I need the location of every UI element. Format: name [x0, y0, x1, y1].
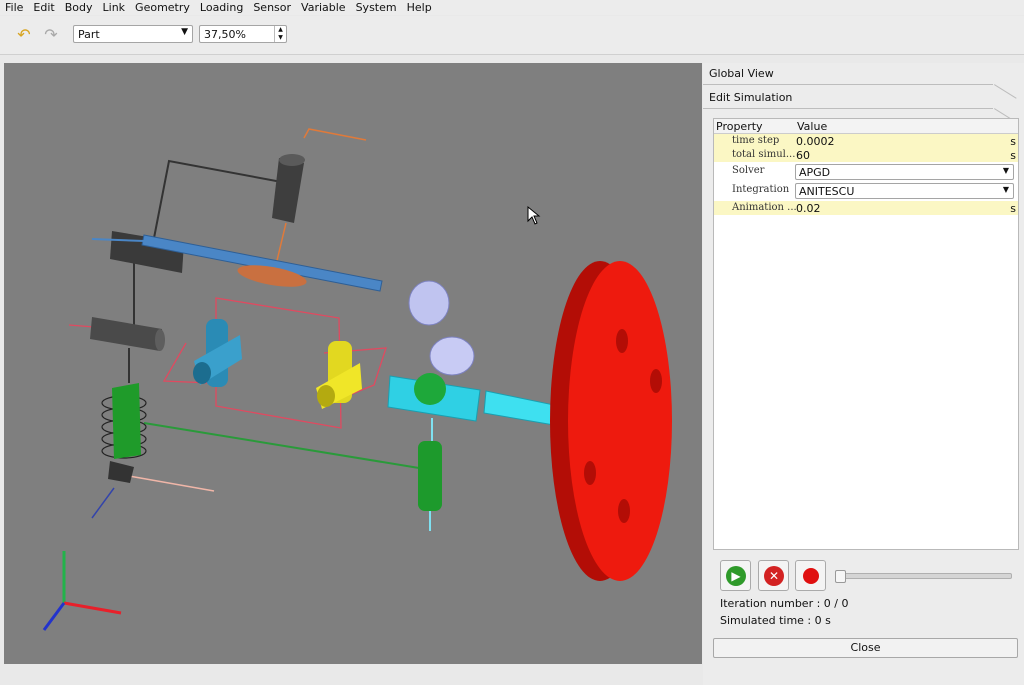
- redo-arrow-icon[interactable]: ↷: [41, 25, 61, 45]
- menu-link[interactable]: Link: [98, 0, 131, 15]
- gray-cylinder-left: [90, 317, 165, 351]
- timeline-slider[interactable]: [835, 570, 1012, 583]
- link-salmon: [128, 475, 215, 492]
- simulated-time-label: Simulated time : 0 s: [720, 614, 831, 627]
- slider-handle[interactable]: [835, 570, 846, 583]
- menu-file[interactable]: File: [0, 0, 28, 15]
- menu-body[interactable]: Body: [60, 0, 98, 15]
- tab-global-view[interactable]: Global View: [703, 63, 1024, 99]
- property-name: time step: [732, 135, 780, 146]
- lavender-sphere-lower: [429, 336, 475, 376]
- iteration-label: Iteration number : 0 / 0: [720, 597, 849, 610]
- property-unit: s: [1010, 202, 1016, 215]
- property-value[interactable]: 60: [796, 149, 810, 162]
- menu-help[interactable]: Help: [402, 0, 437, 15]
- col-property: Property: [716, 120, 763, 133]
- spin-arrows-icon[interactable]: ▲ ▼: [274, 26, 286, 42]
- menu-loading[interactable]: Loading: [195, 0, 248, 15]
- record-button[interactable]: [795, 560, 826, 591]
- green-cylinder: [418, 441, 442, 511]
- stop-x-icon: ✕: [764, 566, 784, 586]
- property-unit: s: [1010, 135, 1016, 148]
- menu-sensor[interactable]: Sensor: [248, 0, 296, 15]
- green-sphere: [414, 373, 446, 405]
- property-name: Solver: [732, 165, 765, 176]
- property-value[interactable]: 0.0002: [796, 135, 835, 148]
- mode-select[interactable]: Part ▼: [73, 25, 193, 43]
- integration-value: ANITESCU: [799, 185, 855, 198]
- 3d-viewport[interactable]: [4, 63, 702, 664]
- mouse-cursor-icon: [527, 205, 541, 225]
- red-disc: [550, 261, 672, 581]
- yellow-joint: [316, 341, 362, 409]
- mode-select-value: Part: [78, 28, 100, 41]
- stop-button[interactable]: ✕: [758, 560, 789, 591]
- table-row[interactable]: time step 0.0002 s: [714, 134, 1018, 148]
- menu-bar: File Edit Body Link Geometry Loading Sen…: [0, 0, 1024, 15]
- red-link-left: [68, 324, 95, 328]
- table-header: Property Value: [714, 119, 1018, 134]
- teal-joint: [193, 319, 242, 387]
- property-value[interactable]: 0.02: [796, 202, 821, 215]
- table-row[interactable]: total simul... 60 s: [714, 148, 1018, 162]
- axes-gizmo-icon: [42, 551, 122, 631]
- tab-edit-simulation[interactable]: Edit Simulation: [703, 87, 1024, 123]
- chevron-down-icon: ▼: [1002, 185, 1009, 194]
- play-icon: ▶: [726, 566, 746, 586]
- solver-select[interactable]: APGD ▼: [795, 164, 1014, 180]
- zoom-spinbox[interactable]: 37,50% ▲ ▼: [199, 25, 287, 43]
- property-table: Property Value time step 0.0002 s total …: [713, 118, 1019, 550]
- link-blue-small: [91, 487, 115, 519]
- menu-variable[interactable]: Variable: [296, 0, 351, 15]
- tab-edit-simulation-label: Edit Simulation: [709, 91, 793, 104]
- zoom-value: 37,50%: [204, 28, 246, 41]
- link-green: [143, 422, 420, 469]
- gray-cylinder-top: [272, 154, 305, 223]
- lavender-sphere-upper: [408, 280, 450, 326]
- record-icon: [803, 568, 819, 584]
- link-orange-top: [303, 128, 367, 141]
- close-button[interactable]: Close: [713, 638, 1018, 658]
- side-panel: Global View Edit Simulation Property Val…: [703, 63, 1024, 685]
- tab-global-view-label: Global View: [709, 67, 774, 80]
- table-row[interactable]: Animation ... 0.02 s: [714, 201, 1018, 215]
- property-name: Animation ...: [732, 202, 797, 213]
- menu-geometry[interactable]: Geometry: [130, 0, 195, 15]
- property-unit: s: [1010, 149, 1016, 162]
- table-row[interactable]: Solver APGD ▼: [714, 164, 1018, 180]
- chevron-down-icon: ▼: [181, 27, 188, 37]
- col-value: Value: [797, 120, 828, 133]
- link-wire-top: [153, 159, 288, 239]
- play-button[interactable]: ▶: [720, 560, 751, 591]
- dark-block-bottom: [108, 461, 134, 483]
- property-name: total simul...: [732, 149, 796, 160]
- integration-select[interactable]: ANITESCU ▼: [795, 183, 1014, 199]
- solver-value: APGD: [799, 166, 831, 179]
- green-block: [112, 383, 141, 459]
- table-row[interactable]: Integration ANITESCU ▼: [714, 183, 1018, 199]
- menu-system[interactable]: System: [351, 0, 402, 15]
- property-name: Integration: [732, 184, 790, 195]
- scene-drawing: [42, 128, 672, 631]
- undo-arrow-icon[interactable]: ↶: [14, 25, 34, 45]
- menu-edit[interactable]: Edit: [28, 0, 59, 15]
- cyan-cylinder: [483, 390, 555, 426]
- chevron-down-icon: ▼: [1002, 166, 1009, 175]
